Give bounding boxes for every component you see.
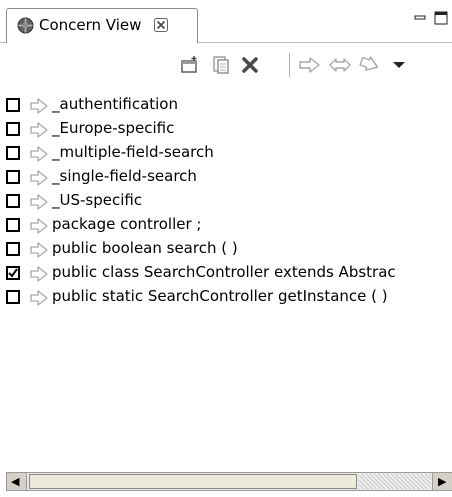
delete-icon <box>242 57 258 73</box>
scrollbar-thumb[interactable] <box>29 474 357 489</box>
concern-arrow-icon <box>30 218 48 234</box>
concern-row[interactable]: _single-field-search <box>0 166 452 190</box>
maximize-icon[interactable] <box>434 11 448 25</box>
concern-row[interactable]: public boolean search ( ) <box>0 238 452 262</box>
concern-arrow-icon <box>30 194 48 210</box>
concern-arrow-icon <box>30 266 48 282</box>
concern-label: _single-field-search <box>52 167 197 185</box>
tab-title: Concern View <box>39 16 142 34</box>
concern-label: package controller ; <box>52 215 202 233</box>
bidirectional-arrow-button[interactable] <box>327 52 353 78</box>
concern-row[interactable]: public static SearchController getInstan… <box>0 286 452 310</box>
copy-button[interactable] <box>208 52 234 78</box>
view-toolbar <box>0 43 452 87</box>
forward-arrow-button[interactable] <box>297 52 323 78</box>
concern-checkbox[interactable] <box>6 242 20 256</box>
concern-checkbox[interactable] <box>6 98 20 112</box>
concern-label: public static SearchController getInstan… <box>52 287 388 305</box>
forward-arrow-icon <box>299 57 320 73</box>
concern-row[interactable]: _multiple-field-search <box>0 142 452 166</box>
new-concern-icon <box>181 56 197 73</box>
concern-arrow-icon <box>30 290 48 306</box>
concern-label: _authentification <box>52 95 178 113</box>
concern-checkbox[interactable] <box>6 266 20 280</box>
tab-close-icon[interactable] <box>154 16 168 36</box>
view-tab-bar: Concern View <box>0 0 452 43</box>
bidirectional-arrow-icon <box>329 58 351 72</box>
concern-checkbox[interactable] <box>6 218 20 232</box>
toolbar-separator <box>289 53 290 77</box>
concern-arrow-icon <box>30 146 48 162</box>
scroll-left-icon: ◀ <box>11 475 20 488</box>
concern-checkbox[interactable] <box>6 194 20 208</box>
scrollbar-track[interactable] <box>359 474 431 489</box>
backward-arrow-icon <box>359 56 379 71</box>
concern-arrow-icon <box>30 98 48 114</box>
concern-label: _US-specific <box>52 191 143 209</box>
checkmark-icon <box>8 268 18 278</box>
concern-arrow-icon <box>30 242 48 258</box>
backward-arrow-button[interactable] <box>357 52 383 78</box>
concern-row[interactable]: _Europe-specific <box>0 118 452 142</box>
concern-arrow-icon <box>30 122 48 138</box>
concern-row[interactable]: _US-specific <box>0 190 452 214</box>
concern-row[interactable]: public class SearchController extends Ab… <box>0 262 452 286</box>
concern-label: _Europe-specific <box>52 119 175 137</box>
concern-row[interactable]: package controller ; <box>0 214 452 238</box>
scroll-right-icon: ▶ <box>438 475 447 488</box>
concern-checkbox[interactable] <box>6 290 20 304</box>
concern-view-tab[interactable]: Concern View <box>6 8 198 43</box>
scroll-left-button[interactable]: ◀ <box>7 473 27 490</box>
new-concern-button[interactable] <box>177 52 203 78</box>
concern-checkbox[interactable] <box>6 146 20 160</box>
concern-checkbox[interactable] <box>6 122 20 136</box>
concern-row[interactable]: _authentification <box>0 94 452 118</box>
view-menu-icon <box>393 62 405 68</box>
concern-checkbox[interactable] <box>6 170 20 184</box>
concern-view-icon <box>17 17 34 34</box>
minimize-icon[interactable] <box>414 12 426 24</box>
view-menu-button[interactable] <box>386 52 412 78</box>
concern-label: public class SearchController extends Ab… <box>52 263 396 281</box>
copy-icon <box>213 56 229 74</box>
concern-label: _multiple-field-search <box>52 143 214 161</box>
concern-label: public boolean search ( ) <box>52 239 238 257</box>
scroll-right-button[interactable]: ▶ <box>432 473 452 490</box>
delete-button[interactable] <box>237 52 263 78</box>
horizontal-scrollbar[interactable]: ◀ ▶ <box>6 472 452 491</box>
concern-arrow-icon <box>30 170 48 186</box>
